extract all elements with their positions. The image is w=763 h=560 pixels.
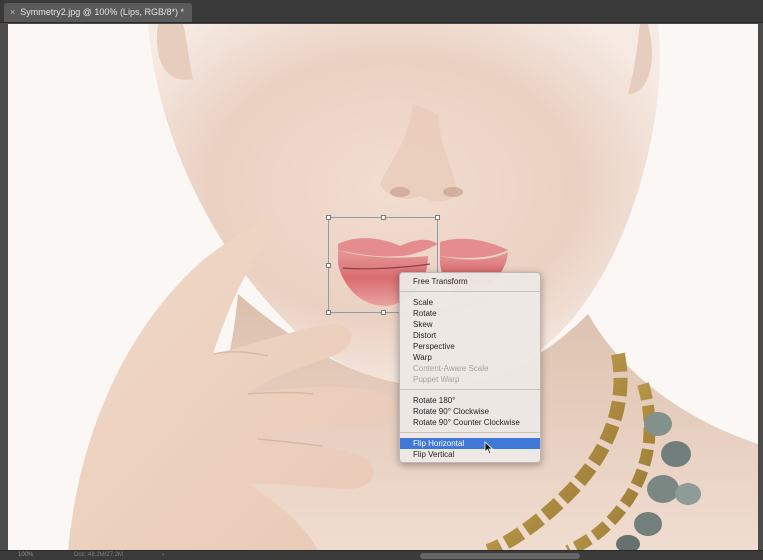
menu-item-rotate[interactable]: Rotate — [400, 308, 540, 319]
menu-item-puppet-warp: Puppet Warp — [413, 375, 460, 384]
status-menu-arrow-icon[interactable]: › — [162, 551, 164, 560]
menu-item-content-aware-scale: Content-Aware Scale — [413, 364, 489, 373]
transform-handle-top-center[interactable] — [381, 215, 386, 220]
menu-item-perspective[interactable]: Perspective — [400, 341, 540, 352]
document-tab[interactable]: × Symmetry2.jpg @ 100% (Lips, RGB/8*) * — [4, 3, 192, 22]
menu-item-warp[interactable]: Warp — [400, 352, 540, 363]
photoshop-window: × Symmetry2.jpg @ 100% (Lips, RGB/8*) * — [0, 0, 763, 560]
menu-item-free-transform[interactable]: Free Transform — [400, 276, 540, 287]
menu-item-skew[interactable]: Skew — [400, 319, 540, 330]
status-bar: 100% Doc: 48.2M/27.2M › — [0, 550, 763, 560]
menu-item-rotate-180[interactable]: Rotate 180° — [400, 395, 540, 406]
transform-handle-top-right[interactable] — [435, 215, 440, 220]
menu-item-rotate-90-cw[interactable]: Rotate 90° Clockwise — [400, 406, 540, 417]
transform-context-menu: Free Transform Scale Rotate Skew Distort… — [399, 272, 541, 463]
close-tab-icon[interactable]: × — [10, 8, 15, 17]
menu-separator — [400, 389, 540, 390]
transform-handle-middle-left[interactable] — [326, 263, 331, 268]
document-title: Symmetry2.jpg @ 100% (Lips, RGB/8*) * — [20, 7, 184, 17]
menu-item-flip-vertical[interactable]: Flip Vertical — [400, 449, 540, 460]
mouse-pointer-icon — [484, 441, 494, 455]
menu-item-scale[interactable]: Scale — [400, 297, 540, 308]
menu-item-flip-horizontal[interactable]: Flip Horizontal — [400, 438, 540, 449]
transform-handle-bottom-left[interactable] — [326, 310, 331, 315]
menu-separator — [400, 291, 540, 292]
menu-item-rotate-90-ccw[interactable]: Rotate 90° Counter Clockwise — [400, 417, 540, 428]
zoom-level[interactable]: 100% — [18, 551, 33, 560]
menu-item-distort[interactable]: Distort — [400, 330, 540, 341]
transform-handle-top-left[interactable] — [326, 215, 331, 220]
horizontal-scrollbar[interactable] — [420, 553, 580, 559]
transform-handle-bottom-center[interactable] — [381, 310, 386, 315]
document-size-info: Doc: 48.2M/27.2M — [74, 552, 124, 558]
document-tab-bar: × Symmetry2.jpg @ 100% (Lips, RGB/8*) * — [0, 0, 763, 23]
menu-separator — [400, 432, 540, 433]
